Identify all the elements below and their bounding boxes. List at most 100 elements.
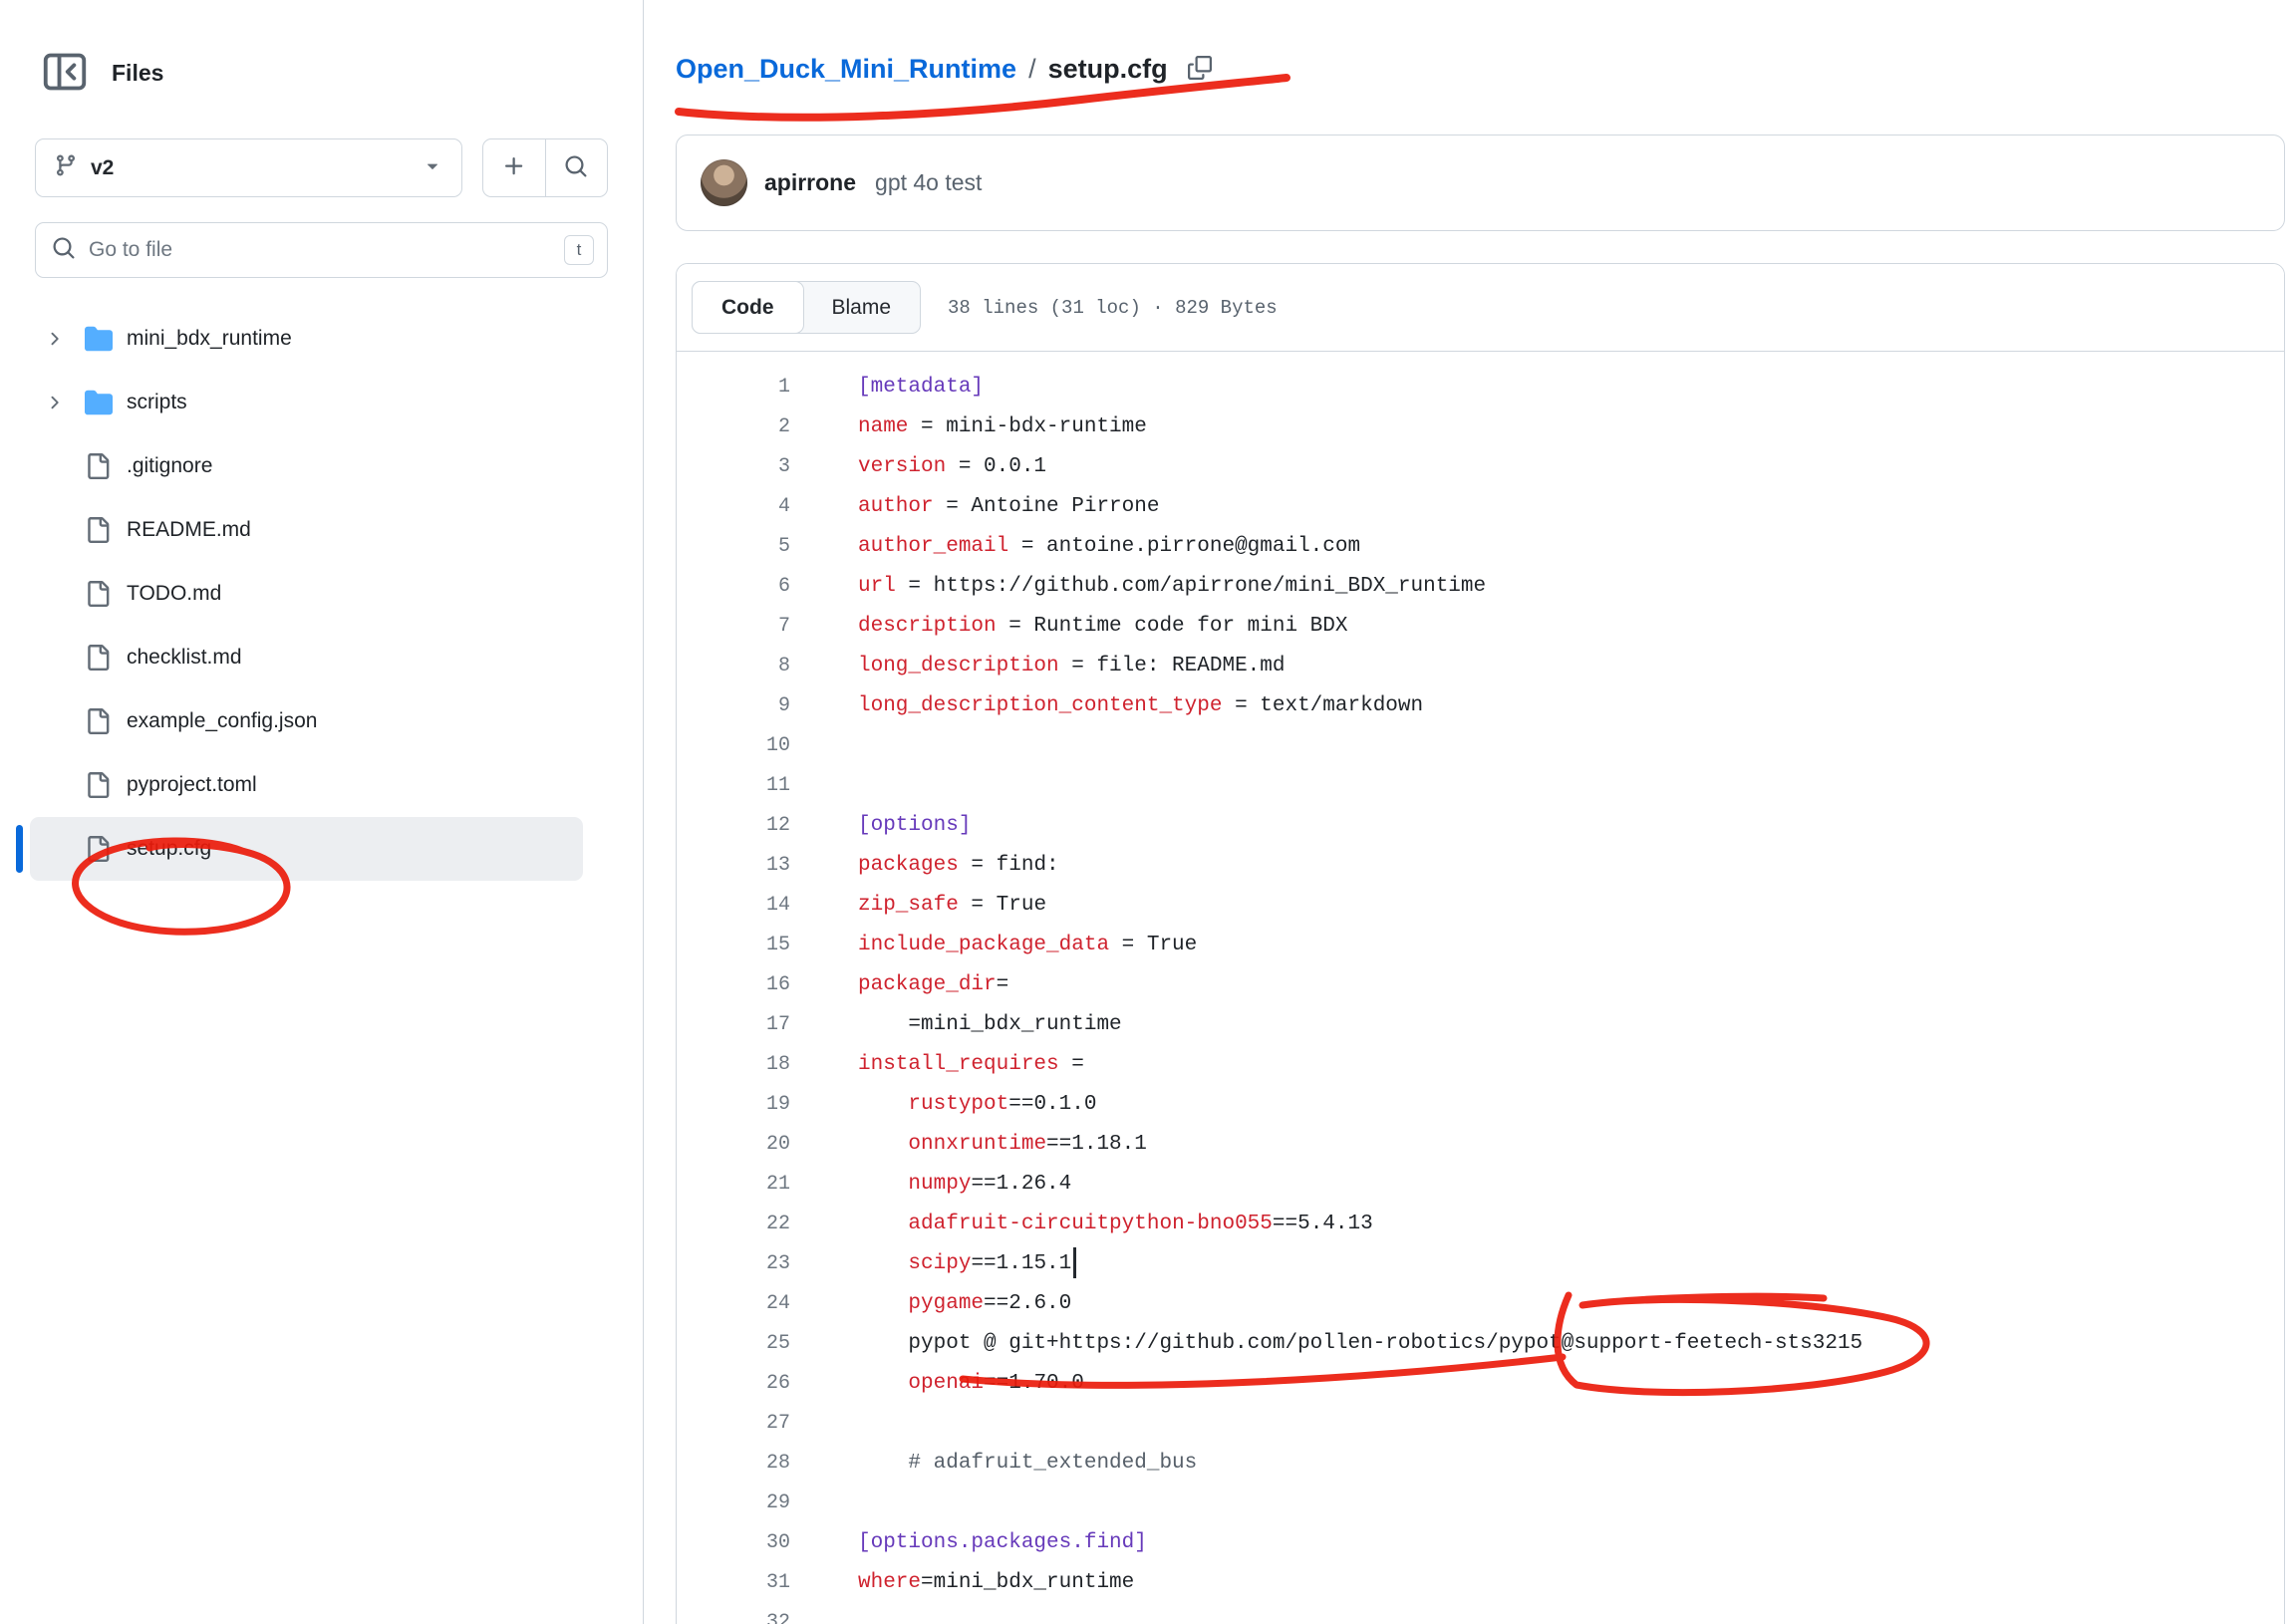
line-number[interactable]: 31 (677, 1563, 790, 1603)
line-number[interactable]: 15 (677, 926, 790, 965)
line-number[interactable]: 7 (677, 607, 790, 647)
file-icon (85, 453, 115, 479)
line-content: rustypot==0.1.0 (790, 1085, 1096, 1125)
line-number[interactable]: 25 (677, 1324, 790, 1364)
branch-selector[interactable]: v2 (35, 138, 462, 197)
line-number[interactable]: 4 (677, 487, 790, 527)
code-line-29: 29 (677, 1484, 2284, 1523)
line-content: name = mini-bdx-runtime (790, 407, 1147, 447)
line-content: adafruit-circuitpython-bno055==5.4.13 (790, 1205, 1373, 1244)
line-number[interactable]: 6 (677, 567, 790, 607)
line-number[interactable]: 27 (677, 1404, 790, 1444)
code-line-25: 25 pypot @ git+https://github.com/pollen… (677, 1324, 2284, 1364)
line-number[interactable]: 13 (677, 846, 790, 886)
file-icon (85, 836, 115, 862)
tree-item-example-config-json[interactable]: example_config.json (30, 689, 583, 753)
line-number[interactable]: 5 (677, 527, 790, 567)
line-number[interactable]: 29 (677, 1484, 790, 1523)
branch-name: v2 (91, 156, 114, 180)
tree-item-scripts[interactable]: scripts (30, 371, 583, 434)
line-content: =mini_bdx_runtime (790, 1005, 1122, 1045)
line-content (790, 766, 858, 806)
line-number[interactable]: 1 (677, 368, 790, 407)
line-number[interactable]: 20 (677, 1125, 790, 1165)
line-number[interactable]: 21 (677, 1165, 790, 1205)
line-number[interactable]: 11 (677, 766, 790, 806)
code-line-27: 27 (677, 1404, 2284, 1444)
chevron-right-icon[interactable] (44, 393, 66, 412)
file-content-area: Open_Duck_Mini_Runtime / setup.cfg apirr… (644, 0, 2292, 1624)
line-content: openai==1.70.0 (790, 1364, 1084, 1404)
line-content: long_description = file: README.md (790, 647, 1285, 686)
tree-item-mini-bdx-runtime[interactable]: mini_bdx_runtime (30, 307, 583, 371)
sidebar-controls: v2 (0, 103, 643, 197)
commit-author-link[interactable]: apirrone (764, 169, 856, 196)
line-number[interactable]: 8 (677, 647, 790, 686)
line-number[interactable]: 30 (677, 1523, 790, 1563)
line-number[interactable]: 22 (677, 1205, 790, 1244)
tree-item-label: pyproject.toml (127, 773, 257, 797)
tree-item-label: README.md (127, 518, 251, 542)
code-line-23: 23 scipy==1.15.1 (677, 1244, 2284, 1284)
line-content: long_description_content_type = text/mar… (790, 686, 1423, 726)
tab-code[interactable]: Code (692, 281, 804, 334)
code-line-15: 15include_package_data = True (677, 926, 2284, 965)
line-number[interactable]: 12 (677, 806, 790, 846)
line-number[interactable]: 26 (677, 1364, 790, 1404)
line-content: author_email = antoine.pirrone@gmail.com (790, 527, 1360, 567)
copy-icon (1188, 56, 1212, 83)
line-number[interactable]: 28 (677, 1444, 790, 1484)
line-content: [options] (790, 806, 971, 846)
latest-commit-bar: apirrone gpt 4o test (676, 135, 2285, 231)
line-content: url = https://github.com/apirrone/mini_B… (790, 567, 1486, 607)
tree-item-label: .gitignore (127, 454, 212, 478)
file-tree-sidebar: Files v2 (0, 0, 644, 1624)
line-content: description = Runtime code for mini BDX (790, 607, 1347, 647)
line-number[interactable]: 16 (677, 965, 790, 1005)
line-number[interactable]: 17 (677, 1005, 790, 1045)
search-icon (564, 154, 588, 181)
sidebar-collapse-icon (43, 50, 87, 97)
file-icon (85, 772, 115, 798)
line-number[interactable]: 18 (677, 1045, 790, 1085)
tree-item-checklist-md[interactable]: checklist.md (30, 626, 583, 689)
tree-item-readme-md[interactable]: README.md (30, 498, 583, 562)
line-content: install_requires = (790, 1045, 1084, 1085)
line-number[interactable]: 10 (677, 726, 790, 766)
line-number[interactable]: 14 (677, 886, 790, 926)
code-content: 1[metadata]2name = mini-bdx-runtime3vers… (677, 352, 2284, 1624)
tree-item-setup-cfg[interactable]: setup.cfg (30, 817, 583, 881)
breadcrumb-repo-link[interactable]: Open_Duck_Mini_Runtime (676, 54, 1016, 85)
line-content: scipy==1.15.1 (790, 1244, 1076, 1284)
tab-blame[interactable]: Blame (803, 282, 921, 333)
files-panel-title: Files (112, 60, 163, 87)
commit-message[interactable]: gpt 4o test (875, 169, 982, 196)
folder-icon (85, 325, 115, 353)
code-line-19: 19 rustypot==0.1.0 (677, 1085, 2284, 1125)
copy-path-button[interactable] (1188, 56, 1212, 83)
tree-item-todo-md[interactable]: TODO.md (30, 562, 583, 626)
search-tree-button[interactable] (545, 139, 608, 196)
line-content: package_dir= (790, 965, 1008, 1005)
line-number[interactable]: 3 (677, 447, 790, 487)
go-to-file-input[interactable] (89, 238, 551, 262)
tree-action-buttons (482, 138, 608, 197)
line-content: [metadata] (790, 368, 984, 407)
collapse-sidebar-button[interactable] (35, 44, 94, 103)
line-number[interactable]: 9 (677, 686, 790, 726)
line-content (790, 1484, 858, 1523)
avatar[interactable] (701, 159, 747, 206)
tree-item-pyproject-toml[interactable]: pyproject.toml (30, 753, 583, 817)
file-icon (85, 581, 115, 607)
chevron-right-icon[interactable] (44, 329, 66, 349)
line-number[interactable]: 24 (677, 1284, 790, 1324)
new-file-button[interactable] (483, 139, 545, 196)
line-number[interactable]: 2 (677, 407, 790, 447)
code-line-17: 17 =mini_bdx_runtime (677, 1005, 2284, 1045)
line-content: # adafruit_extended_bus (790, 1444, 1197, 1484)
line-number[interactable]: 32 (677, 1603, 790, 1624)
line-number[interactable]: 23 (677, 1244, 790, 1284)
line-number[interactable]: 19 (677, 1085, 790, 1125)
line-content: zip_safe = True (790, 886, 1046, 926)
tree-item--gitignore[interactable]: .gitignore (30, 434, 583, 498)
